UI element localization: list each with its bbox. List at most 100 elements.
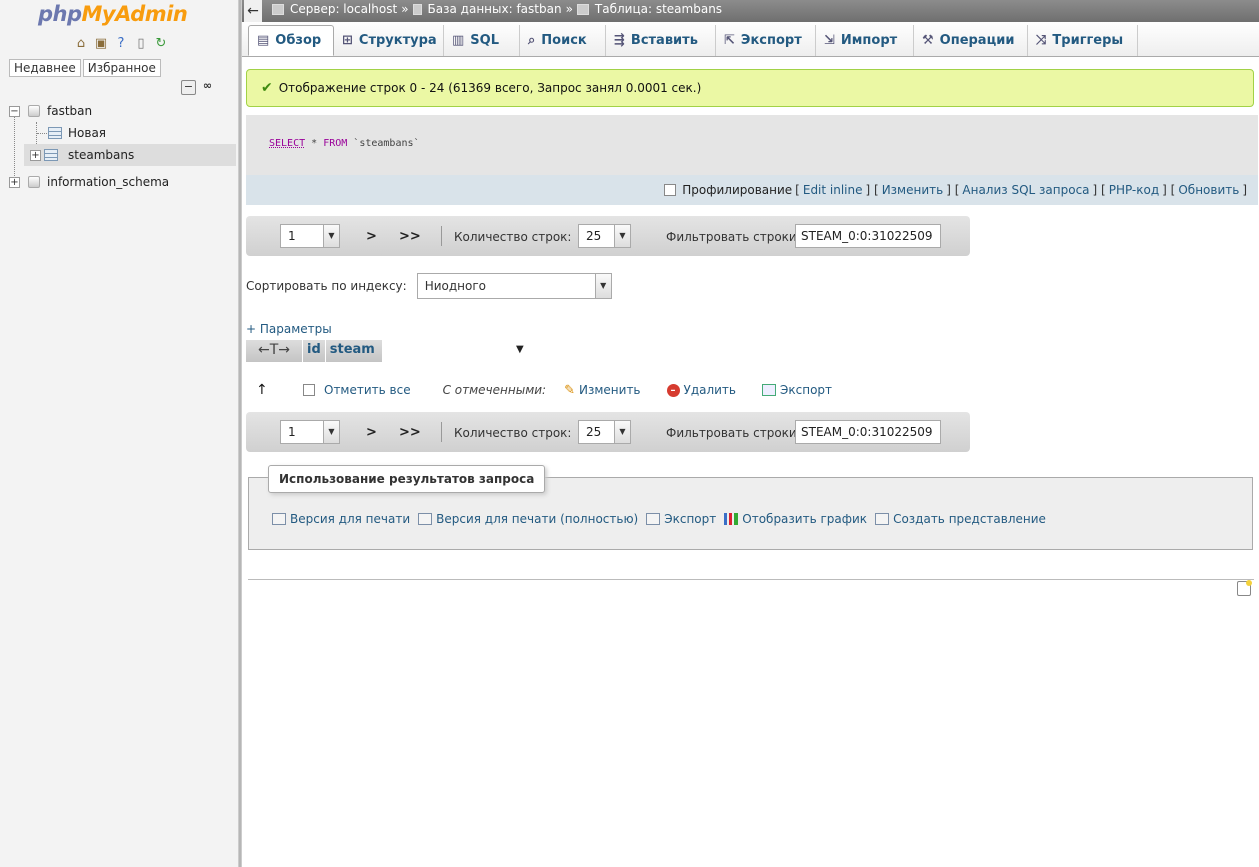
help-icon[interactable]: ? [113,36,129,52]
tree-item-new-table[interactable]: Новая [0,122,236,144]
check-all-checkbox[interactable] [303,384,315,396]
tab-search[interactable]: ⌕ Поиск [520,25,606,56]
recent-button[interactable]: Недавнее [9,59,81,77]
structure-icon: ⊞ [342,33,353,48]
collapse-icon[interactable]: − [9,106,20,117]
rows-select[interactable]: 25 ▼ [578,224,631,248]
refresh-link[interactable]: Обновить [1178,183,1239,197]
breadcrumb-table[interactable]: Таблица: steambans [595,2,722,16]
chevron-down-icon: ▼ [614,421,630,443]
console-icon[interactable] [1237,580,1252,596]
analyze-sql-link[interactable]: Анализ SQL запроса [962,183,1089,197]
export-icon [762,384,776,396]
profiling-checkbox[interactable] [664,184,677,196]
filter-rows-input[interactable]: STEAM_0:0:31022509 [795,224,941,248]
browse-icon: ▤ [257,33,270,48]
tab-export[interactable]: ⇱ Экспорт [716,25,816,56]
sort-index-select[interactable]: Ниодного ▼ [416,273,612,299]
tab-operations[interactable]: ⚒ Операции [914,25,1028,56]
bulk-edit-button[interactable]: ✎ Изменить [564,383,640,398]
options-toggle[interactable]: + Параметры [246,322,332,336]
reload-icon[interactable]: ↻ [153,36,169,52]
table-icon [576,3,589,15]
logout-icon[interactable]: ▣ [93,36,109,52]
breadcrumb-server[interactable]: Сервер: localhost [290,2,397,16]
tree-item-information-schema[interactable]: + information_schema [0,171,236,193]
export-icon [646,513,661,525]
table-header: ←T→ id steam [246,340,383,362]
tab-triggers[interactable]: ⤨ Триггеры [1028,25,1138,56]
breadcrumb-bar: ← Сервер: localhost » База данных: fastb… [242,0,1259,22]
expand-icon[interactable]: + [30,150,41,161]
print-view-full-link[interactable]: Версия для печати (полностью) [418,512,638,526]
panel-resizer[interactable] [238,0,242,867]
sort-by-index-row: Сортировать по индексу: Ниодного ▼ [246,273,612,299]
filter-rows-input[interactable]: STEAM_0:0:31022509 [795,420,941,444]
tree-label[interactable]: Новая [68,126,106,140]
display-chart-link[interactable]: Отобразить график [724,512,867,526]
phpmyadmin-logo[interactable]: phpMyAdmin [38,2,188,26]
php-code-link[interactable]: PHP-код [1109,183,1159,197]
pencil-icon: ✎ [564,382,575,398]
export-results-link[interactable]: Экспорт [646,512,716,526]
sql-keyword-select[interactable]: SELECT [269,138,305,149]
tree-item-fastban[interactable]: − fastban [0,100,236,122]
column-arrows-header[interactable]: ←T→ [246,340,303,362]
docs-icon[interactable]: ▯ [133,36,149,52]
triggers-icon: ⤨ [1036,33,1047,48]
rows-label: Количество строк: [454,230,572,244]
search-icon: ⌕ [528,33,536,48]
column-visibility-menu-icon[interactable]: ▼ [516,344,524,355]
recent-favorites-tabs: Недавнее Избранное [9,59,161,77]
sql-query-box: SELECT * FROM `steambans` [246,115,1258,175]
sql-keyword-from: FROM [323,138,348,149]
tab-sql[interactable]: ▥ SQL [444,25,520,56]
tree-item-steambans[interactable]: + steambans [24,144,236,166]
page-select[interactable]: 1 ▼ [280,420,340,444]
query-results-actions: Версия для печати Версия для печати (пол… [272,512,1046,526]
column-header-steam[interactable]: steam [325,340,383,362]
check-all-link[interactable]: Отметить все [324,383,411,397]
link-with-main-icon[interactable]: ∞ [200,80,215,95]
tree-label[interactable]: steambans [68,148,134,162]
favorites-button[interactable]: Избранное [82,59,161,77]
database-icon [28,105,40,117]
breadcrumb-database[interactable]: База данных: fastban [428,2,562,16]
edit-inline-link[interactable]: Edit inline [803,183,863,197]
tab-import[interactable]: ⇲ Импорт [816,25,914,56]
next-page-button[interactable]: > [366,425,377,440]
arrow-up-icon: ↑ [256,382,268,398]
bulk-actions-row: ↑ Отметить все С отмеченными: ✎ Изменить … [256,378,858,402]
page-select[interactable]: 1 ▼ [280,224,340,248]
bulk-export-button[interactable]: Экспорт [762,383,832,397]
last-page-button[interactable]: >> [399,425,421,440]
bulk-delete-button[interactable]: – Удалить [666,383,736,397]
last-page-button[interactable]: >> [399,229,421,244]
tree-controls: − ∞ [181,80,215,95]
collapse-nav-icon[interactable]: ← [244,0,262,22]
filter-label: Фильтровать строки: [666,230,801,244]
with-selected-label: С отмеченными: [442,383,547,397]
breadcrumb: Сервер: localhost » База данных: fastban… [272,2,722,16]
chevron-down-icon: ▼ [323,421,339,443]
sort-label: Сортировать по индексу: [246,279,407,293]
expand-icon[interactable]: + [9,177,20,188]
database-icon [28,176,40,188]
create-view-link[interactable]: Создать представление [875,512,1046,526]
tab-browse[interactable]: ▤ Обзор [248,25,334,56]
rows-select[interactable]: 25 ▼ [578,420,631,444]
tab-structure[interactable]: ⊞ Структура [334,25,444,56]
next-page-button[interactable]: > [366,229,377,244]
sql-query-text: SELECT * FROM `steambans` [269,138,420,149]
insert-icon: ⇶ [614,33,625,48]
home-icon[interactable]: ⌂ [73,36,89,52]
collapse-all-icon[interactable]: − [181,80,196,95]
navigation-panel: phpMyAdmin ⌂ ▣ ? ▯ ↻ Недавнее Избранное … [0,0,240,867]
tree-label[interactable]: fastban [47,104,92,118]
tab-insert[interactable]: ⇶ Вставить [606,25,716,56]
edit-query-link[interactable]: Изменить [882,183,944,197]
nav-icon-bar: ⌂ ▣ ? ▯ ↻ [73,36,169,52]
tree-label[interactable]: information_schema [47,175,169,189]
column-header-id[interactable]: id [303,340,326,362]
print-view-link[interactable]: Версия для печати [272,512,410,526]
